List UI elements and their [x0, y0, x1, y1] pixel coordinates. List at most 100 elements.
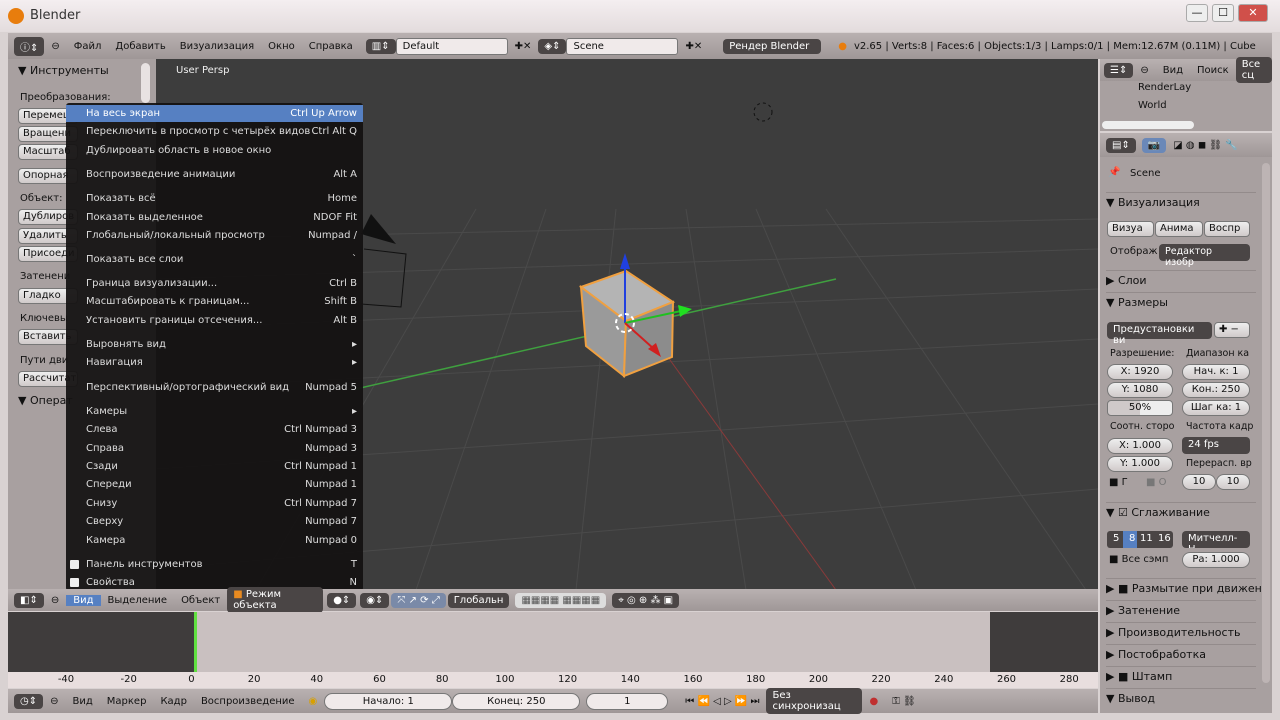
maximize-button[interactable]: ☐ — [1212, 4, 1234, 22]
menu-frame[interactable]: Кадр — [153, 696, 194, 707]
start-frame-field[interactable]: Начало: 1 — [324, 692, 453, 710]
shading-select[interactable]: ●⇕ — [327, 592, 357, 608]
tools-title[interactable]: ▼ Инструменты — [18, 64, 109, 77]
shading-panel-header[interactable]: ▶ Затенение — [1106, 600, 1256, 617]
view-menu-item[interactable]: На весь экран Ctrl Up Arrow — [66, 105, 363, 122]
end-frame-field[interactable]: Кон.: 250 — [1182, 382, 1250, 398]
scene-icon[interactable]: ◈⇕ — [538, 38, 567, 54]
outliner-filter[interactable]: Все сц — [1235, 57, 1272, 83]
menu-view[interactable]: Вид — [66, 696, 100, 707]
sync-select[interactable]: Без синхронизац — [766, 688, 863, 714]
menu-window[interactable]: Окно — [261, 41, 302, 52]
context-tabs-icons[interactable]: ◪ ◍ ◼ ⛓ 🔧 — [1166, 140, 1244, 151]
properties-scrollbar[interactable] — [1262, 163, 1270, 683]
view-menu-item[interactable]: Масштабировать к границам... Shift B — [66, 293, 363, 310]
view-menu-item[interactable]: Перспективный/ортографический вид Numpad … — [66, 379, 363, 396]
render-image-button[interactable]: Визуа — [1107, 221, 1154, 237]
editor-type-icon[interactable]: ☰⇕ — [1104, 62, 1134, 78]
snap-icons[interactable]: ⌖ ◎ ⊕ ⁂ ▣ — [612, 592, 680, 608]
menu-help[interactable]: Справка — [302, 41, 360, 52]
aa-filter-select[interactable]: Митчелл-Н — [1182, 531, 1250, 548]
timeline-area[interactable] — [8, 612, 1098, 672]
outliner-menu-view[interactable]: Вид — [1156, 65, 1190, 76]
end-frame-field[interactable]: Конец: 250 — [452, 692, 581, 710]
view-menu-item[interactable]: Снизу Ctrl Numpad 7 — [66, 495, 363, 512]
dimensions-panel-header[interactable]: ▼ Размеры — [1106, 292, 1256, 309]
crop-checkbox[interactable]: ■ О — [1146, 477, 1167, 488]
view-menu-item[interactable]: Показать все слои ` — [66, 251, 363, 268]
view-menu-item[interactable]: Спереди Numpad 1 — [66, 476, 363, 493]
aa-samples-16[interactable]: 16 — [1155, 531, 1173, 548]
orientation-select[interactable]: Глобальн — [447, 592, 510, 608]
outliner-menu-search[interactable]: Поиск — [1190, 65, 1236, 76]
layer-buttons[interactable]: ▦▦▦▦ ▦▦▦▦ — [515, 592, 607, 608]
remap-new-field[interactable]: 10 — [1216, 474, 1250, 490]
view-menu-item[interactable]: Показать выделенное NDOF Fit — [66, 209, 363, 226]
manipulator-icons[interactable]: ⤧ ↗ ⟳ ⤢ — [391, 592, 446, 608]
motion-blur-panel-header[interactable]: ▶ ■ Размытие при движен — [1106, 578, 1262, 595]
render-panel-header[interactable]: ▼ Визуализация — [1106, 192, 1256, 209]
checkbox-icon[interactable] — [70, 560, 79, 569]
view-menu-item[interactable]: Граница визуализации... Ctrl B — [66, 275, 363, 292]
menu-render[interactable]: Визуализация — [173, 41, 261, 52]
view-menu-item[interactable]: Сверху Numpad 7 — [66, 513, 363, 530]
view-menu-item[interactable]: Навигация ▸ — [66, 354, 363, 371]
editor-type-icon[interactable]: ◷⇕ — [14, 693, 44, 709]
output-panel-header[interactable]: ▼ Вывод — [1106, 688, 1256, 705]
view-menu-item[interactable]: Глобальный/локальный просмотр Numpad / — [66, 227, 363, 244]
view-menu-item[interactable]: Показать всё Home — [66, 190, 363, 207]
aa-samples-8[interactable]: 8 — [1123, 531, 1137, 548]
presets-add-remove[interactable]: ✚ − — [1214, 322, 1250, 338]
view-menu-item[interactable]: Выровнять вид ▸ — [66, 336, 363, 353]
collapse-icon[interactable]: ⊖ — [44, 595, 66, 606]
frame-step-field[interactable]: Шаг ка: 1 — [1182, 400, 1250, 416]
border-checkbox[interactable]: ■ Г — [1109, 477, 1128, 488]
view-menu-item[interactable]: Сзади Ctrl Numpad 1 — [66, 458, 363, 475]
fps-select[interactable]: 24 fps — [1182, 437, 1250, 454]
play-button[interactable]: Воспр — [1204, 221, 1250, 237]
current-frame-line[interactable] — [194, 612, 197, 672]
menu-file[interactable]: Файл — [67, 41, 109, 52]
menu-select[interactable]: Выделение — [101, 595, 175, 606]
editor-type-icon[interactable]: ▤⇕ — [1106, 137, 1136, 153]
layout-icon[interactable]: ▥⇕ — [365, 38, 396, 54]
performance-panel-header[interactable]: ▶ Производительность — [1106, 622, 1256, 639]
resolution-y-field[interactable]: Y: 1080 — [1107, 382, 1173, 398]
pin-icon[interactable]: 📌 — [1108, 167, 1120, 178]
add-scene-icon[interactable]: ✚✕ — [678, 41, 709, 52]
editor-type-icon[interactable]: ◧⇕ — [14, 592, 44, 608]
menu-marker[interactable]: Маркер — [100, 696, 154, 707]
view-menu-item[interactable]: Воспроизведение анимации Alt A — [66, 166, 363, 183]
menu-playback[interactable]: Воспроизведение — [194, 696, 302, 707]
stamp-panel-header[interactable]: ▶ ■ Штамп — [1106, 666, 1256, 683]
full-sample-checkbox[interactable]: ■ Все сэмп — [1109, 554, 1168, 565]
post-processing-panel-header[interactable]: ▶ Постобработка — [1106, 644, 1256, 661]
view-menu-item[interactable]: Панель инструментов T — [66, 556, 363, 573]
editor-type-icon[interactable]: ⓘ⇕ — [14, 36, 45, 56]
view-menu-item[interactable]: Переключить в просмотр с четырёх видов Ct… — [66, 123, 363, 140]
checkbox-icon[interactable] — [70, 578, 79, 587]
aspect-y-field[interactable]: Y: 1.000 — [1107, 456, 1173, 472]
outliner-item-world[interactable]: World — [1138, 100, 1167, 111]
layers-panel-header[interactable]: ▶ Слои — [1106, 270, 1256, 287]
timeline-ruler[interactable]: -40 -20 0 20 40 60 80 100 120 140 160 180 200 220 240 2… — [8, 672, 1098, 688]
resolution-x-field[interactable]: X: 1920 — [1107, 364, 1173, 380]
menu-add[interactable]: Добавить — [108, 41, 172, 52]
outliner-scrollbar[interactable] — [1102, 121, 1194, 129]
current-frame-field[interactable]: 1 — [586, 692, 669, 710]
render-tab-icon[interactable]: 📷 — [1141, 137, 1167, 153]
scene-field[interactable]: Scene — [566, 37, 679, 55]
record-icon[interactable]: ● — [862, 696, 885, 707]
view-menu-item[interactable]: Справа Numpad 3 — [66, 440, 363, 457]
aspect-x-field[interactable]: X: 1.000 — [1107, 438, 1173, 454]
menu-object[interactable]: Объект — [174, 595, 227, 606]
collapse-icon[interactable]: ⊖ — [44, 41, 66, 52]
minimize-button[interactable]: — — [1186, 4, 1208, 22]
collapse-icon[interactable]: ⊖ — [43, 696, 65, 707]
collapse-icon[interactable]: ⊖ — [1133, 65, 1155, 76]
aa-filter-size-field[interactable]: Ра: 1.000 — [1182, 552, 1250, 568]
preview-range-icon[interactable]: ◉ — [302, 696, 325, 707]
remap-old-field[interactable]: 10 — [1182, 474, 1216, 490]
render-animation-button[interactable]: Анима — [1155, 221, 1203, 237]
aa-samples-11[interactable]: 11 — [1137, 531, 1155, 548]
